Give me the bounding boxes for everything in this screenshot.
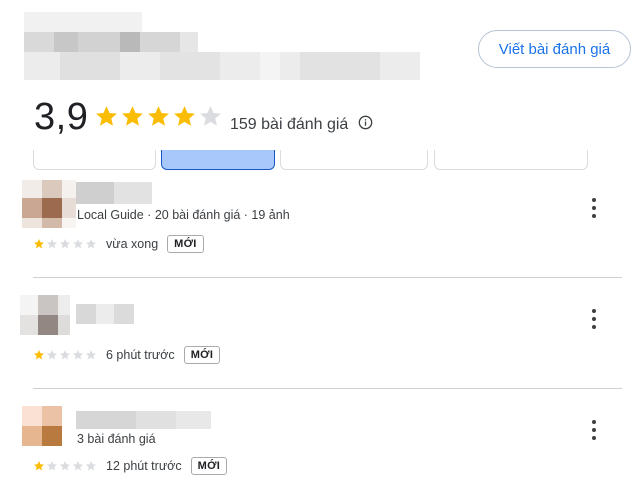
star-empty-icon: [73, 239, 83, 249]
filter-chip[interactable]: [33, 150, 156, 170]
review-count[interactable]: 159 bài đánh giá: [230, 116, 348, 134]
avatar[interactable]: [20, 295, 70, 335]
more-options-icon[interactable]: [588, 420, 600, 440]
divider: [33, 277, 622, 278]
star-filled-icon: [96, 106, 117, 126]
write-review-button[interactable]: Viết bài đánh giá: [478, 30, 631, 68]
filter-chips: [0, 150, 640, 174]
star-filled-icon: [34, 350, 44, 360]
reviewer-meta: Local Guide · 20 bài đánh giá · 19 ảnh: [77, 208, 290, 222]
review-stars: [33, 460, 97, 472]
star-filled-icon: [174, 106, 195, 126]
review-time: 12 phút trước: [106, 459, 182, 473]
divider: [33, 388, 622, 389]
star-empty-icon: [86, 350, 96, 360]
average-rating-stars: [94, 104, 223, 129]
review-stars: [33, 238, 97, 250]
star-empty-icon: [47, 239, 57, 249]
info-icon[interactable]: [358, 115, 373, 130]
star-empty-icon: [73, 461, 83, 471]
more-options-icon[interactable]: [588, 198, 600, 218]
star-empty-icon: [47, 461, 57, 471]
filter-chip[interactable]: [280, 150, 428, 170]
more-options-icon[interactable]: [588, 309, 600, 329]
star-empty-icon: [200, 106, 221, 126]
star-empty-icon: [86, 239, 96, 249]
star-empty-icon: [86, 461, 96, 471]
new-badge: MỚI: [190, 457, 228, 475]
new-badge: MỚI: [183, 346, 221, 364]
star-filled-icon: [148, 106, 169, 126]
star-filled-icon: [34, 461, 44, 471]
review-time: vừa xong: [106, 237, 159, 251]
avatar[interactable]: [22, 180, 76, 228]
filter-chip[interactable]: [434, 150, 588, 170]
reviewer-meta: 3 bài đánh giá: [77, 432, 156, 446]
star-empty-icon: [47, 350, 57, 360]
star-empty-icon: [60, 350, 70, 360]
avatar[interactable]: [22, 406, 62, 446]
review-stars: [33, 349, 97, 361]
star-filled-icon: [122, 106, 143, 126]
average-rating: 3,9: [34, 96, 89, 138]
star-empty-icon: [60, 239, 70, 249]
new-badge: MỚI: [167, 235, 204, 253]
review-time: 6 phút trước: [106, 348, 175, 362]
star-filled-icon: [34, 239, 44, 249]
filter-chip-selected[interactable]: [161, 150, 275, 170]
star-empty-icon: [60, 461, 70, 471]
star-empty-icon: [73, 350, 83, 360]
